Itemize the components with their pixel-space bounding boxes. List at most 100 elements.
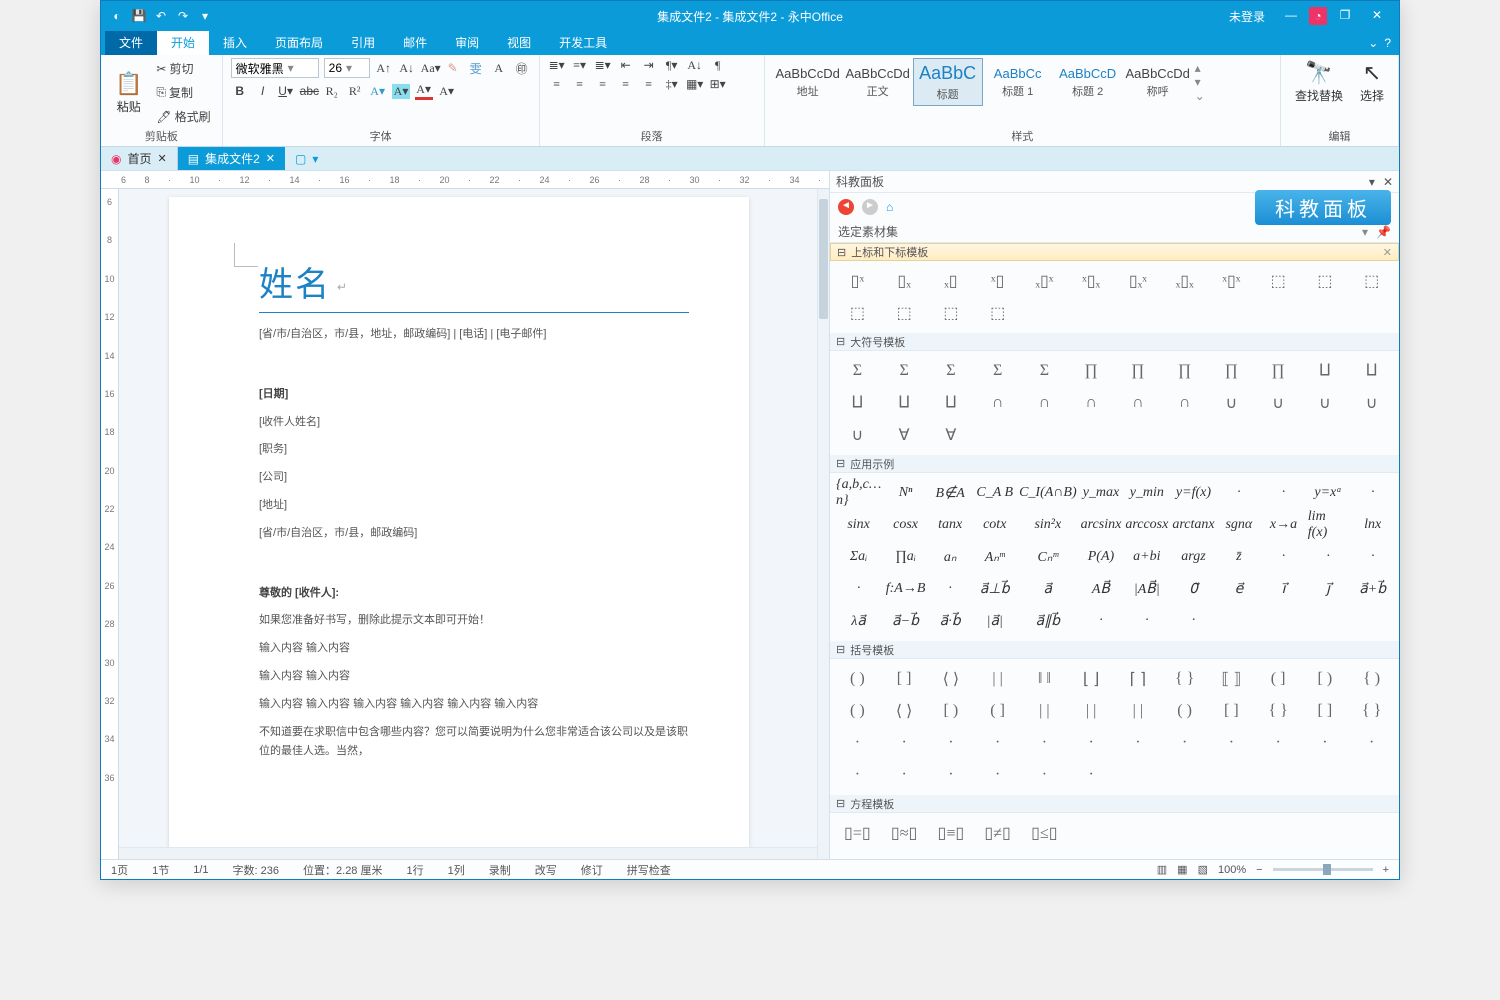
menu-references[interactable]: 引用 [337,31,389,55]
enclose-char-button[interactable]: ㊞ [513,60,531,77]
template-cell[interactable]: ⬚ [883,299,926,327]
nav-forward-icon[interactable]: ► [862,199,878,215]
template-cell[interactable]: y_max [1081,479,1122,507]
styles-expand-icon[interactable]: ⌄ [1195,89,1205,103]
template-cell[interactable]: C_I(A∩B) [1019,479,1077,507]
document-page[interactable]: 姓名 [省/市/自治区，市/县，地址，邮政编码] | [电话] | [电子邮件]… [169,197,749,859]
nav-home-icon[interactable]: ⌂ [886,200,893,214]
template-cell[interactable]: · [1081,607,1122,635]
template-cell[interactable]: ∏ [1210,357,1253,385]
template-cell[interactable]: · [883,729,926,757]
template-cell[interactable]: ˣ▯ₓ [1070,267,1113,295]
select-button[interactable]: ↖选择 [1354,58,1390,106]
template-cell[interactable]: ∏ [1163,357,1206,385]
template-cell[interactable]: ⬚ [930,299,973,327]
scrollbar-thumb[interactable] [819,199,828,319]
template-cell[interactable]: ⬚ [836,299,879,327]
template-cell[interactable]: arctanx [1172,511,1214,539]
menu-insert[interactable]: 插入 [209,31,261,55]
pin-icon[interactable]: 📌 [1376,225,1391,239]
template-cell[interactable]: ∏ [1070,357,1113,385]
template-cell[interactable]: ∩ [1070,389,1113,417]
template-cell[interactable] [1263,607,1304,635]
template-cell[interactable]: ∀ [930,421,973,449]
paste-button[interactable]: 📋 粘贴 [109,69,148,117]
style-card[interactable]: AaBbCcD标题 2 [1053,58,1123,106]
panel-close-icon[interactable]: ✕ [1383,175,1393,189]
zoom-in-icon[interactable]: + [1383,864,1389,876]
template-cell[interactable]: Σ [836,357,879,385]
app-menu-icon[interactable]: ◐ [109,9,125,23]
template-cell[interactable]: { } [1350,697,1393,725]
template-cell[interactable]: ₓ▯ˣ [1023,267,1066,295]
template-cell[interactable]: ∪ [1210,389,1253,417]
template-cell[interactable]: · [836,575,881,603]
template-cell[interactable]: ‖ ‖ [1023,665,1066,693]
subscript-button[interactable]: R₂ [323,84,341,99]
template-cell[interactable]: · [1304,729,1347,757]
template-cell[interactable]: ▯ₓ [883,267,926,295]
template-cell[interactable]: [ ] [883,665,926,693]
template-cell[interactable]: 0⃗ [1172,575,1214,603]
category-close-icon[interactable]: ✕ [1383,246,1392,259]
ltr-button[interactable]: ¶▾ [663,58,681,73]
template-cell[interactable] [1352,607,1393,635]
template-cell[interactable]: y=f(x) [1172,479,1214,507]
minimize-icon[interactable]: — [1277,6,1305,26]
zoom-level[interactable]: 100% [1218,864,1246,876]
template-cell[interactable]: ⬚ [1350,267,1393,295]
menu-layout[interactable]: 页面布局 [261,31,337,55]
styles-scroll-up-icon[interactable]: ▴ [1195,61,1205,75]
template-cell[interactable]: ∪ [836,421,879,449]
vertical-scrollbar[interactable] [817,189,829,859]
template-cell[interactable]: | | [1023,697,1066,725]
outdent-button[interactable]: ⇤ [617,58,635,73]
template-cell[interactable]: Σ [1023,357,1066,385]
template-cell[interactable]: tanx [930,511,971,539]
template-cell[interactable]: |a⃗| [974,607,1015,635]
template-cell[interactable]: Cₙᵐ [1019,543,1077,571]
template-cell[interactable]: i⃗ [1263,575,1304,603]
panel-menu-icon[interactable]: ▾ [1369,175,1375,189]
template-cell[interactable]: · [1070,761,1113,789]
template-cell[interactable]: arccosx [1125,511,1168,539]
template-cell[interactable]: ⌈ ⌉ [1117,665,1160,693]
template-cell[interactable]: C_A B [974,479,1015,507]
tab-close-icon[interactable]: ✕ [158,152,167,165]
template-cell[interactable]: lnx [1352,511,1393,539]
doc-address2[interactable]: [地址] [259,496,689,516]
doc-line[interactable]: 输入内容 输入内容 [259,639,689,659]
template-cell[interactable]: a⃗ [1019,575,1077,603]
template-cell[interactable]: ∪ [1304,389,1347,417]
close-icon[interactable]: ✕ [1363,6,1391,26]
template-cell[interactable]: ∏ [1257,357,1300,385]
template-cell[interactable]: sgnα [1219,511,1260,539]
status-row[interactable]: 1行 [406,862,423,878]
underline-button[interactable]: U▾ [277,84,295,99]
template-cell[interactable]: ₓ▯ₓ [1163,267,1206,295]
template-cell[interactable] [1304,761,1347,789]
template-cell[interactable]: Σ [930,357,973,385]
template-cell[interactable]: y_min [1125,479,1168,507]
template-cell[interactable]: ▯≤▯ [1023,819,1066,847]
menu-mail[interactable]: 邮件 [389,31,441,55]
template-cell[interactable]: |AB⃗| [1125,575,1168,603]
template-cell[interactable]: Nⁿ [885,479,926,507]
template-cell[interactable] [1219,607,1260,635]
doc-job-title[interactable]: [职务] [259,440,689,460]
qat-dropdown-icon[interactable]: ▾ [197,9,213,23]
doc-salutation[interactable]: 尊敬的 [收件人]: [259,584,689,604]
template-cell[interactable]: ∪ [1350,389,1393,417]
template-cell[interactable]: Σ [976,357,1019,385]
template-cell[interactable]: lim f(x) [1308,511,1349,539]
template-cell[interactable]: [ ] [1210,697,1253,725]
collapse-icon[interactable]: ⊟ [836,797,845,810]
template-cell[interactable]: · [836,761,879,789]
template-cell[interactable]: ∩ [1023,389,1066,417]
numbering-button[interactable]: ≡▾ [571,58,589,73]
template-cell[interactable]: ⟨ ⟩ [883,697,926,725]
template-cell[interactable]: ( ) [836,665,879,693]
text-effect-button[interactable]: A▾ [369,84,387,99]
ribbon-collapse-icon[interactable]: ⌄ [1368,36,1378,50]
template-cell[interactable]: [ ) [1304,665,1347,693]
